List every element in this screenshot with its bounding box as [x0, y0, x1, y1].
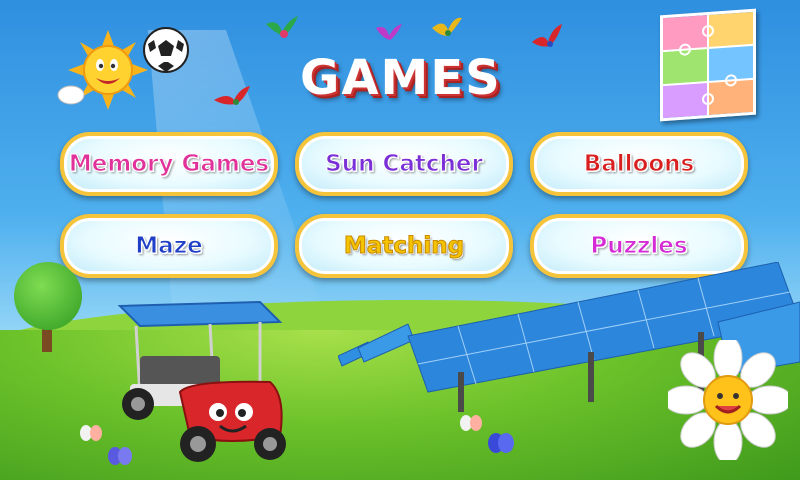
glove-icon	[57, 85, 85, 105]
matching-label: Matching	[343, 233, 465, 260]
page-title: GAMES	[300, 50, 502, 106]
bird-icon	[432, 17, 462, 36]
maze-button[interactable]: Maze	[60, 214, 278, 278]
butterfly-icon	[460, 415, 482, 431]
maze-label: Maze	[135, 233, 203, 260]
sun-catcher-button[interactable]: Sun Catcher	[295, 132, 513, 196]
game-menu-scene: GAMES Memory Games Sun Catcher Balloons …	[0, 0, 800, 480]
memory-games-label: Memory Games	[68, 151, 270, 178]
soccer-ball-icon	[143, 27, 189, 73]
memory-games-button[interactable]: Memory Games	[60, 132, 278, 196]
smiling-daisy-icon	[668, 340, 788, 460]
balloons-button[interactable]: Balloons	[530, 132, 748, 196]
bird-icon	[266, 16, 298, 38]
jigsaw-puzzle-icon	[660, 8, 756, 122]
bird-icon	[214, 86, 250, 105]
butterfly-icon	[80, 425, 102, 441]
puzzles-label: Puzzles	[590, 233, 688, 260]
balloons-label: Balloons	[583, 151, 695, 178]
bird-icon	[376, 24, 402, 40]
sun-catcher-label: Sun Catcher	[325, 151, 484, 178]
tree-icon	[14, 262, 82, 330]
smiling-golf-cart-icon	[117, 300, 286, 462]
bird-icon	[532, 24, 562, 47]
butterfly-icon	[488, 433, 514, 453]
butterfly-icon	[108, 447, 132, 465]
